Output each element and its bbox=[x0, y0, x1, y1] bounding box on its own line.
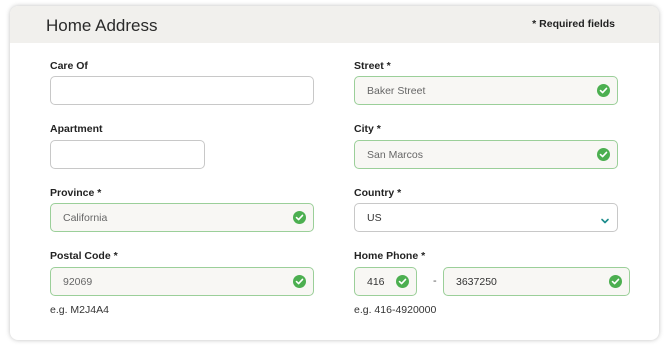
check-circle-icon bbox=[597, 84, 610, 97]
postal-code-input[interactable]: 92069 bbox=[50, 267, 314, 296]
phone-area-code-value: 416 bbox=[367, 276, 385, 288]
check-circle-icon bbox=[609, 275, 622, 288]
apartment-input[interactable] bbox=[50, 140, 205, 169]
postal-code-label: Postal Code * bbox=[50, 250, 118, 262]
province-label: Province * bbox=[50, 187, 102, 199]
phone-separator: - bbox=[433, 275, 437, 287]
postal-code-value: 92069 bbox=[63, 276, 93, 288]
phone-area-code-input[interactable]: 416 bbox=[354, 267, 417, 296]
street-input[interactable]: Baker Street bbox=[354, 76, 618, 105]
check-circle-icon bbox=[293, 211, 306, 224]
phone-number-input[interactable]: 3637250 bbox=[443, 267, 630, 296]
province-value: California bbox=[63, 212, 108, 224]
chevron-down-icon bbox=[600, 213, 610, 231]
apartment-label: Apartment bbox=[50, 123, 103, 135]
city-value: San Marcos bbox=[367, 149, 424, 161]
required-fields-note: * Required fields bbox=[532, 18, 615, 30]
province-input[interactable]: California bbox=[50, 203, 314, 232]
home-phone-hint: e.g. 416-4920000 bbox=[354, 304, 437, 316]
care-of-input[interactable] bbox=[50, 76, 314, 105]
check-circle-icon bbox=[597, 148, 610, 161]
street-label: Street * bbox=[354, 60, 391, 72]
phone-number-value: 3637250 bbox=[456, 276, 497, 288]
street-value: Baker Street bbox=[367, 85, 426, 97]
home-phone-label: Home Phone * bbox=[354, 250, 426, 262]
city-input[interactable]: San Marcos bbox=[354, 140, 618, 169]
country-label: Country * bbox=[354, 187, 402, 199]
check-circle-icon bbox=[396, 275, 409, 288]
country-select[interactable]: US bbox=[354, 203, 618, 232]
country-value: US bbox=[367, 212, 382, 224]
city-label: City * bbox=[354, 123, 381, 135]
section-title: Home Address bbox=[46, 16, 158, 35]
card-header: Home Address * Required fields bbox=[10, 6, 659, 43]
postal-code-hint: e.g. M2J4A4 bbox=[50, 304, 109, 316]
check-circle-icon bbox=[293, 275, 306, 288]
home-address-card: Home Address * Required fields Care Of S… bbox=[10, 6, 659, 340]
care-of-label: Care Of bbox=[50, 60, 88, 72]
